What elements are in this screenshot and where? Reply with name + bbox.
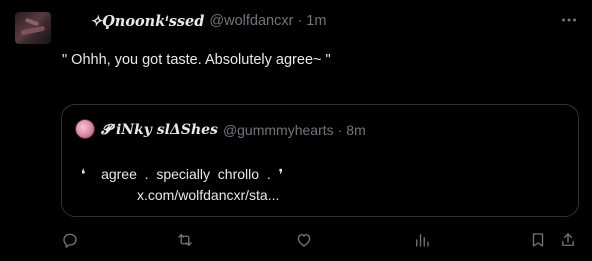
quoted-text: ❛ agree . specially chrollo . ❜	[81, 166, 283, 182]
display-name[interactable]: ✧Ϙnoonkⁱssed	[90, 13, 204, 30]
tweet-text: " Ohhh, you got taste. Absolutely agree~…	[62, 52, 331, 68]
quoted-tweet[interactable]: 𝓟 iNky slΔShes @gummmyhearts · 8m ❛ agre…	[61, 104, 579, 217]
separator-dot: ·	[337, 122, 343, 138]
quoted-timestamp: 8m	[346, 122, 366, 138]
action-bar	[0, 228, 592, 252]
quoted-header: 𝓟 iNky slΔShes @gummmyhearts · 8m	[101, 120, 366, 140]
quoted-link[interactable]: x.com/wolfdancxr/sta...	[137, 187, 279, 203]
retweet-icon[interactable]	[175, 228, 195, 252]
avatar[interactable]	[15, 12, 51, 44]
avatar-image-detail	[24, 17, 40, 27]
like-icon[interactable]	[294, 228, 314, 252]
user-handle[interactable]: @wolfdancxr	[209, 13, 293, 29]
timestamp[interactable]: 1m	[306, 13, 326, 29]
bookmark-icon[interactable]	[528, 228, 548, 252]
separator-dot: ·	[297, 13, 303, 29]
tweet-header: ✧Ϙnoonkⁱssed @wolfdancxr · 1m	[90, 11, 326, 31]
views-icon[interactable]	[412, 228, 432, 252]
avatar-image-detail	[20, 25, 46, 36]
share-icon[interactable]	[558, 228, 578, 252]
more-icon[interactable]	[561, 12, 577, 28]
quoted-avatar[interactable]	[75, 119, 95, 139]
quoted-display-name: 𝓟 iNky slΔShes	[101, 122, 218, 138]
quoted-user-handle: @gummmyhearts	[222, 122, 334, 138]
tweet[interactable]: ✧Ϙnoonkⁱssed @wolfdancxr · 1m " Ohhh, yo…	[0, 0, 592, 261]
reply-icon[interactable]	[60, 228, 80, 252]
